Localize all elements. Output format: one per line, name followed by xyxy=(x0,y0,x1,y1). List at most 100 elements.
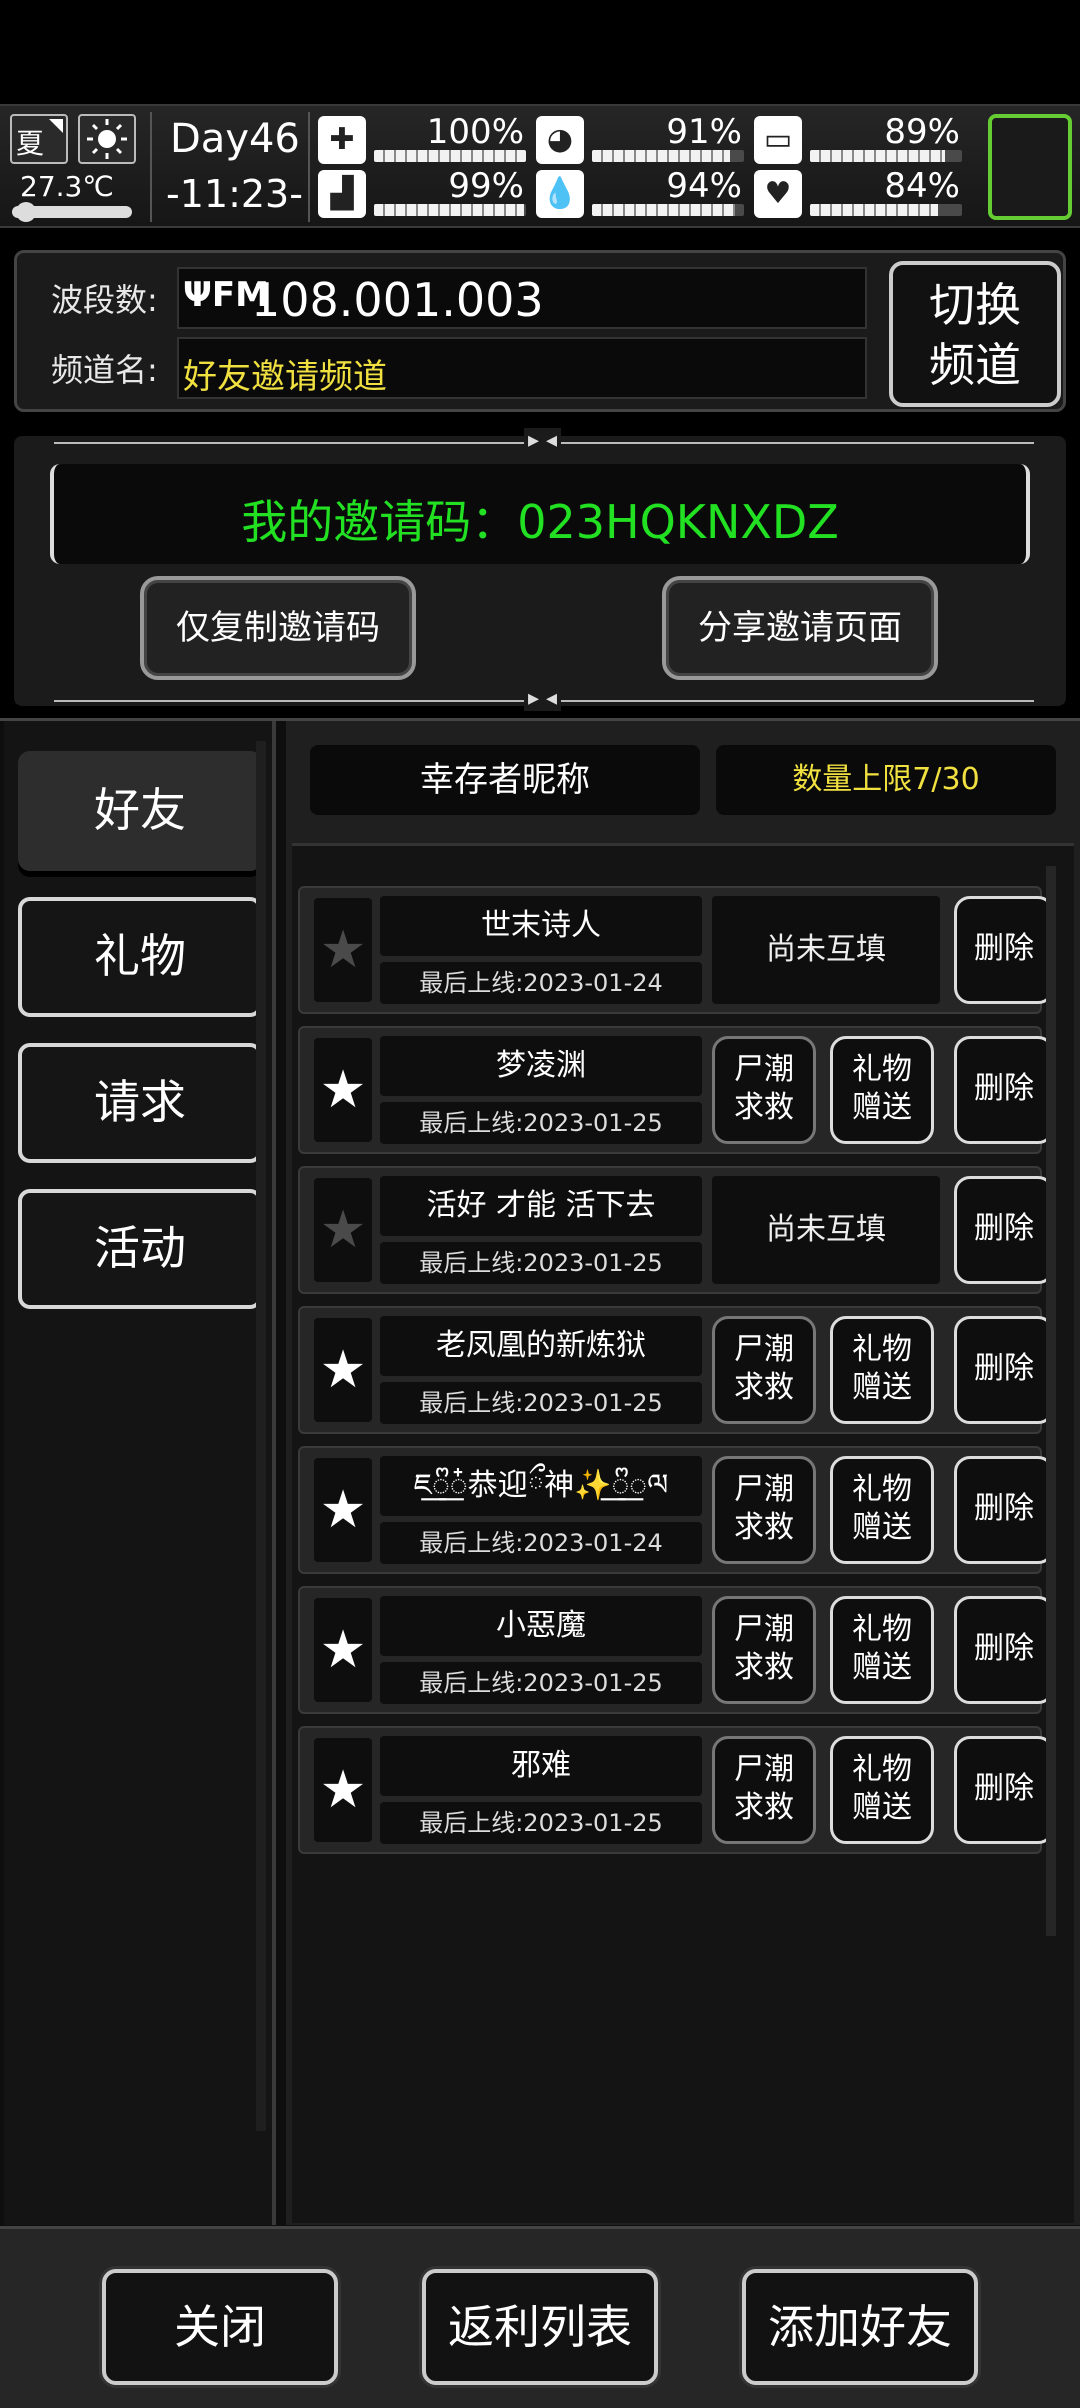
divider xyxy=(308,112,310,222)
pending-status: 尚未互填 xyxy=(712,1176,940,1284)
stomach-icon: ◕ xyxy=(536,116,584,164)
stat-value: 89% xyxy=(884,112,960,152)
send-gift-button[interactable]: 礼物 赠送 xyxy=(830,1596,934,1704)
stat-bar-fill xyxy=(592,150,731,162)
sidebar-scrollbar[interactable] xyxy=(256,741,266,2131)
survivor-nickname-header: 幸存者昵称 xyxy=(310,745,700,815)
friend-list-scrollbar[interactable] xyxy=(1046,866,1056,1936)
temperature: 27.3℃ xyxy=(20,170,114,203)
stat-bar xyxy=(592,150,744,162)
rebate-list-button[interactable]: 返利列表 xyxy=(422,2269,658,2385)
rescue-line: 求救 xyxy=(734,1650,794,1685)
stat-water-drop: 💧 94% xyxy=(536,166,748,222)
frequency-label: 波段数: xyxy=(51,281,158,319)
friend-row: ★ 老凤凰的新炼狱 最后上线:2023-01-25 尸潮 求救 礼物 赠送 删除 xyxy=(298,1306,1054,1434)
gift-line: 赠送 xyxy=(852,1090,912,1125)
character-portrait-button[interactable] xyxy=(988,114,1072,220)
divider xyxy=(54,428,1034,453)
delete-friend-button[interactable]: 删除 xyxy=(954,1036,1054,1144)
rescue-line: 尸潮 xyxy=(734,1612,794,1647)
medkit-icon: ✚ xyxy=(318,116,366,164)
thermometer-icon xyxy=(12,202,132,222)
add-friend-button[interactable]: 添加好友 xyxy=(742,2269,978,2385)
gift-line: 礼物 xyxy=(852,1332,912,1367)
send-gift-button[interactable]: 礼物 赠送 xyxy=(830,1316,934,1424)
frequency-value: 108.001.003 xyxy=(251,273,544,327)
stat-bar xyxy=(810,204,962,216)
star-icon: ★ xyxy=(314,1458,372,1562)
rescue-line: 求救 xyxy=(734,1090,794,1125)
zombie-rescue-button[interactable]: 尸潮 求救 xyxy=(712,1736,816,1844)
star-icon: ★ xyxy=(314,898,372,1002)
friend-list-panel: 幸存者昵称 数量上限7/30 ★ 世末诗人 最后上线:2023-01-24 尚未互填删… xyxy=(286,721,1080,2225)
pill-icon: ▭ xyxy=(754,116,802,164)
game-clock: -11:23- xyxy=(166,172,303,216)
tab-friends[interactable]: 好友 xyxy=(18,751,262,871)
send-gift-button[interactable]: 礼物 赠送 xyxy=(830,1456,934,1564)
zombie-rescue-button[interactable]: 尸潮 求救 xyxy=(712,1316,816,1424)
stat-bar-fill xyxy=(810,150,946,162)
share-invite-page-button[interactable]: 分享邀请页面 xyxy=(662,576,938,680)
pending-status: 尚未互填 xyxy=(712,896,940,1004)
stat-bar xyxy=(592,204,744,216)
friend-list: ★ 世末诗人 最后上线:2023-01-24 尚未互填 删除 ★ 梦凌渊 最后上线:2023-… xyxy=(292,843,1074,2223)
stat-bar xyxy=(374,150,526,162)
zombie-rescue-button[interactable]: 尸潮 求救 xyxy=(712,1596,816,1704)
zombie-rescue-button[interactable]: 尸潮 求救 xyxy=(712,1036,816,1144)
heart-icon: ♥ xyxy=(754,170,802,218)
delete-friend-button[interactable]: 删除 xyxy=(954,1736,1054,1844)
friend-name: 小惡魔 xyxy=(380,1596,702,1656)
status-bar: 夏 27.3℃ Day46 -11:23- ✚ 100% ◕ 91% ▭ 89% ▟ 99% 💧… xyxy=(0,104,1080,228)
tab-requests[interactable]: 请求 xyxy=(18,1043,262,1163)
star-icon: ★ xyxy=(314,1178,372,1282)
sun-icon xyxy=(87,119,127,159)
tab-events[interactable]: 活动 xyxy=(18,1189,262,1309)
friend-name: 梦凌渊 xyxy=(380,1036,702,1096)
delete-friend-button[interactable]: 删除 xyxy=(954,1316,1054,1424)
switch-channel-button[interactable]: 切换 频道 xyxy=(889,261,1061,407)
stat-medkit: ✚ 100% xyxy=(318,112,530,168)
rescue-line: 尸潮 xyxy=(734,1332,794,1367)
day-counter: Day46 xyxy=(170,116,300,162)
boot-icon: ▟ xyxy=(318,170,366,218)
rescue-line: 尸潮 xyxy=(734,1752,794,1787)
friend-name: ཇ꯭ᩚ꯭໋恭迎ྀ神✨꯭ᩚ꯭ལ xyxy=(380,1456,702,1516)
delete-friend-button[interactable]: 删除 xyxy=(954,896,1054,1004)
stat-boot: ▟ 99% xyxy=(318,166,530,222)
season-text: 夏 xyxy=(16,127,45,160)
send-gift-button[interactable]: 礼物 赠送 xyxy=(830,1036,934,1144)
invite-code-box: 我的邀请码：023HQKNXDZ xyxy=(50,464,1030,564)
friend-row: ★ 活好 才能 活下去 最后上线:2023-01-25 尚未互填 删除 xyxy=(298,1166,1054,1294)
stat-bar-fill xyxy=(374,204,525,216)
switch-line: 切换 xyxy=(929,278,1021,332)
invite-panel: 我的邀请码：023HQKNXDZ 仅复制邀请码 分享邀请页面 xyxy=(14,428,1066,711)
weather-indicator xyxy=(78,114,136,164)
gift-line: 礼物 xyxy=(852,1612,912,1647)
star-icon: ★ xyxy=(314,1738,372,1842)
zombie-rescue-button[interactable]: 尸潮 求救 xyxy=(712,1456,816,1564)
divider xyxy=(150,112,152,222)
tab-gifts[interactable]: 礼物 xyxy=(18,897,262,1017)
last-online: 最后上线:2023-01-24 xyxy=(380,962,702,1004)
delete-friend-button[interactable]: 删除 xyxy=(954,1596,1054,1704)
friend-name: 世末诗人 xyxy=(380,896,702,956)
invite-code: 我的邀请码：023HQKNXDZ xyxy=(241,495,839,549)
stat-value: 100% xyxy=(426,112,524,152)
stat-value: 99% xyxy=(448,166,524,206)
sidebar: 好友 礼物 请求 活动 xyxy=(4,721,276,2225)
channel-display: 好友邀请频道 xyxy=(177,337,867,399)
gift-line: 赠送 xyxy=(852,1510,912,1545)
send-gift-button[interactable]: 礼物 赠送 xyxy=(830,1736,934,1844)
rescue-line: 求救 xyxy=(734,1370,794,1405)
delete-friend-button[interactable]: 删除 xyxy=(954,1456,1054,1564)
friend-row: ★ ཇ꯭ᩚ꯭໋恭迎ྀ神✨꯭ᩚ꯭ལ 最后上线:2023-01-24 尸潮 求救 礼物 赠送 删除 xyxy=(298,1446,1054,1574)
radio-panel: 波段数: ΨFM 108.001.003 频道名: 好友邀请频道 切换 频道 xyxy=(14,250,1066,412)
stat-pill: ▭ 89% xyxy=(754,112,966,168)
channel-label: 频道名: xyxy=(51,351,158,389)
copy-invite-code-button[interactable]: 仅复制邀请码 xyxy=(140,576,416,680)
last-online: 最后上线:2023-01-25 xyxy=(380,1802,702,1844)
friend-row: ★ 梦凌渊 最后上线:2023-01-25 尸潮 求救 礼物 赠送 删除 xyxy=(298,1026,1054,1154)
stat-bar-fill xyxy=(810,204,938,216)
close-button[interactable]: 关闭 xyxy=(102,2269,338,2385)
delete-friend-button[interactable]: 删除 xyxy=(954,1176,1054,1284)
